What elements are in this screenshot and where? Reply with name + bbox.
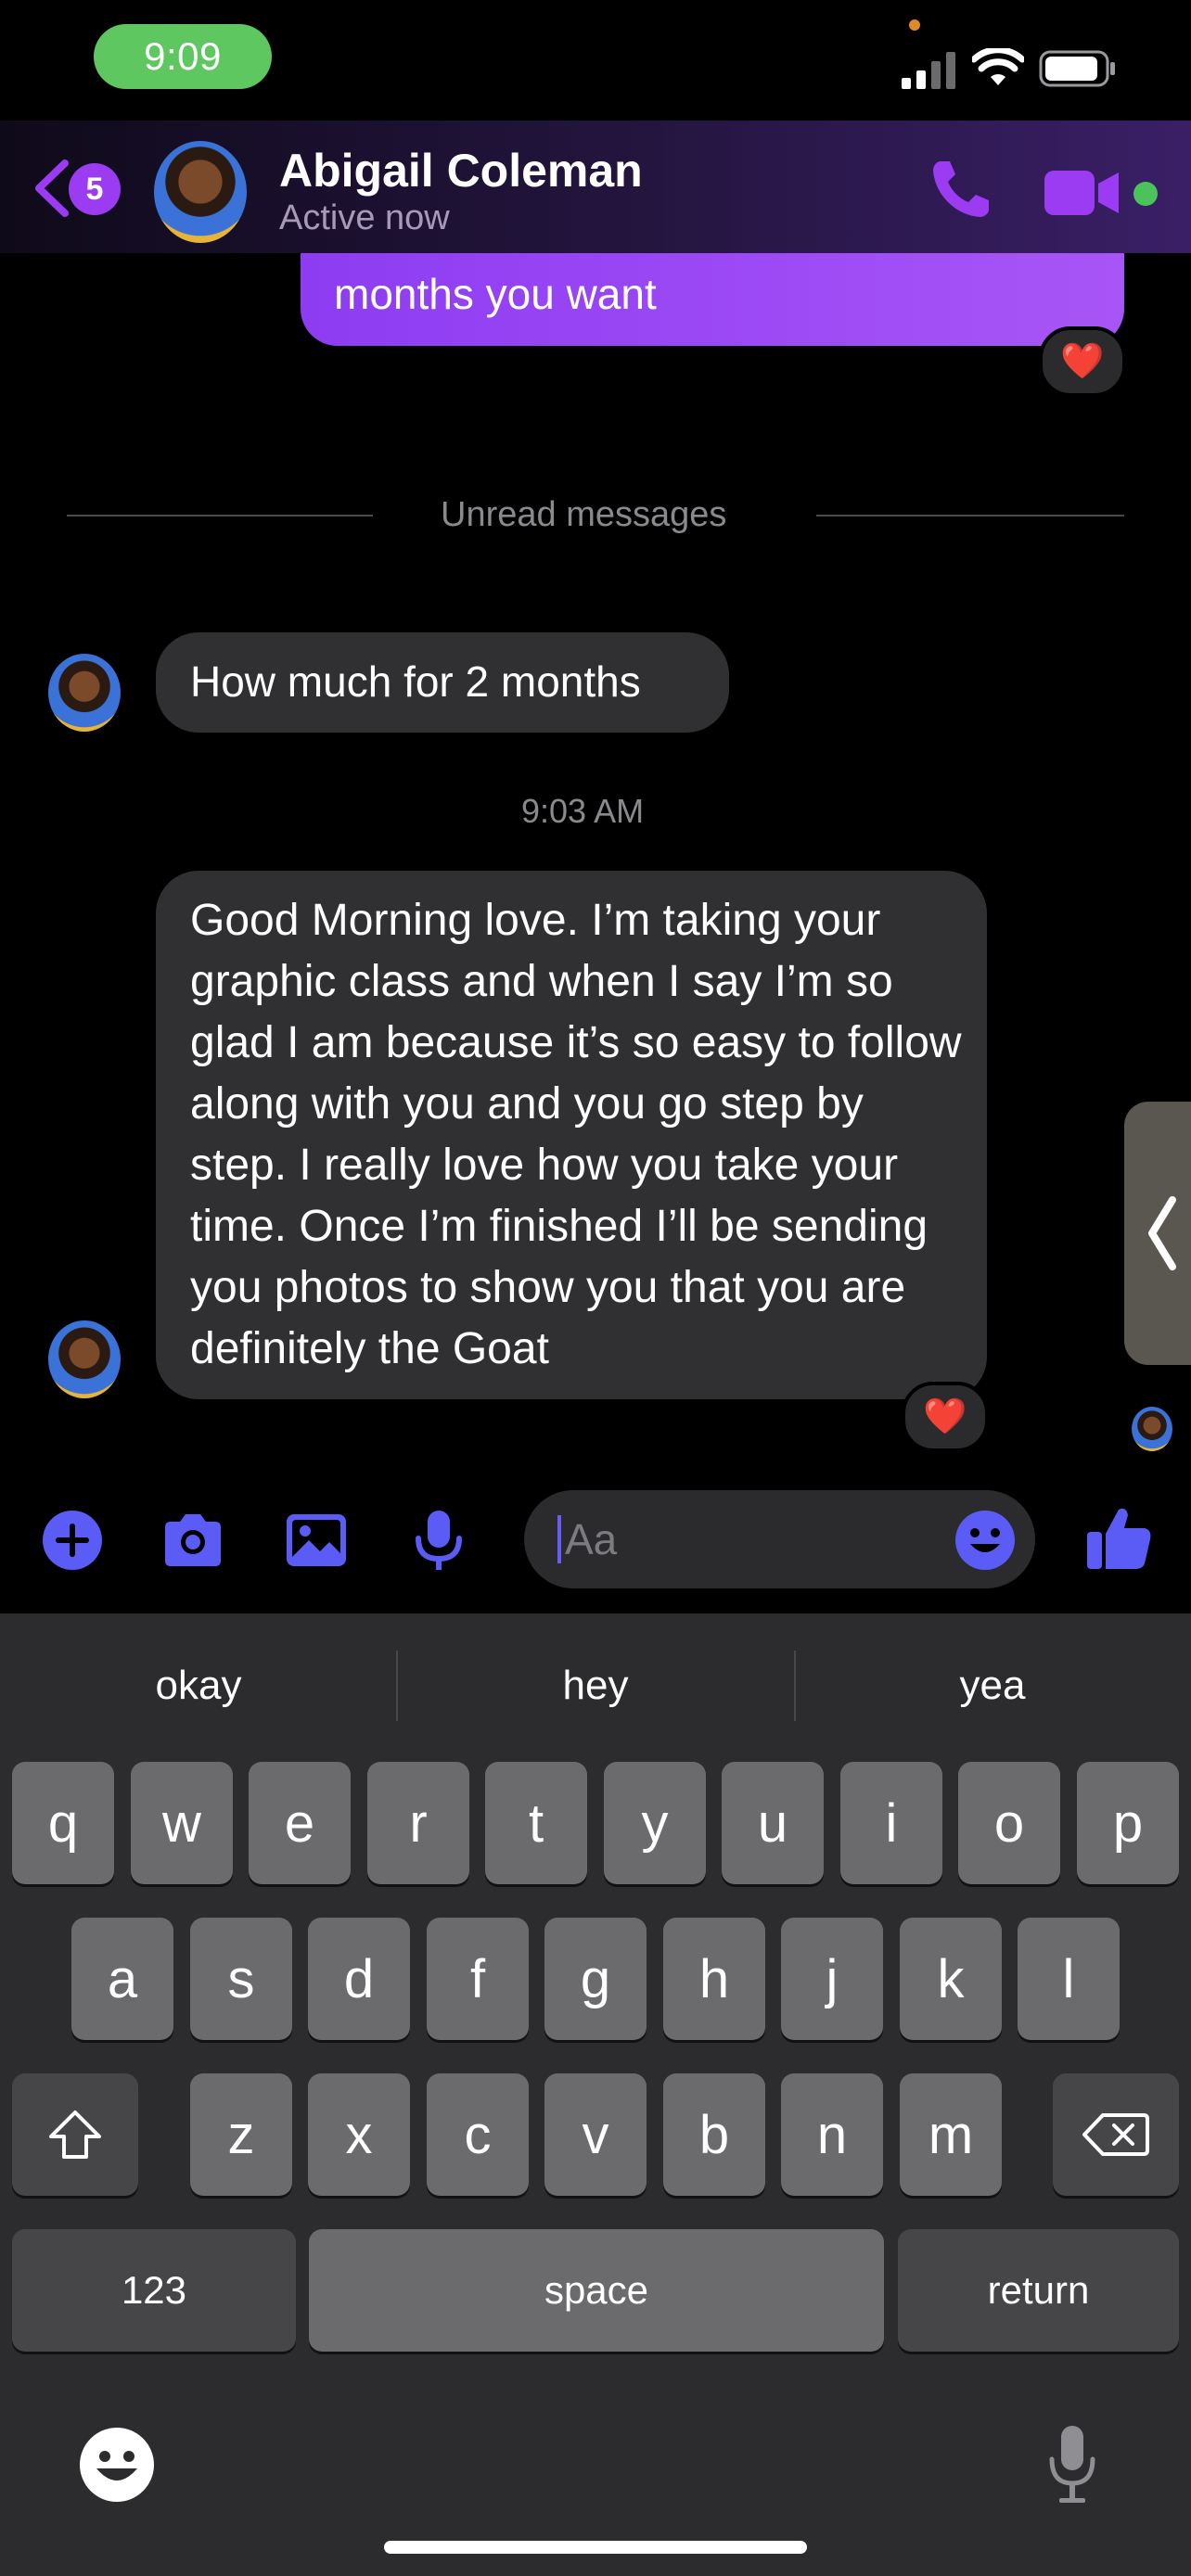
key-h[interactable]: h xyxy=(663,1918,765,2040)
incoming-message-text: Good Morning love. I’m taking your graph… xyxy=(190,896,962,1373)
key-s[interactable]: s xyxy=(190,1918,292,2040)
phone-call-icon[interactable] xyxy=(928,156,994,223)
camera-icon[interactable] xyxy=(160,1507,226,1574)
wifi-icon xyxy=(972,48,1024,85)
return-key[interactable]: return xyxy=(898,2229,1179,2352)
key-r[interactable]: r xyxy=(367,1762,469,1884)
outgoing-message-text: months you want xyxy=(334,270,657,318)
photo-gallery-icon[interactable] xyxy=(283,1507,350,1574)
chevron-left-icon xyxy=(1148,1196,1176,1270)
emoji-keyboard-icon[interactable] xyxy=(78,2426,156,2504)
key-k[interactable]: k xyxy=(900,1918,1002,2040)
unread-messages-divider: Unread messages xyxy=(441,495,727,534)
key-e[interactable]: e xyxy=(249,1762,351,1884)
key-i[interactable]: i xyxy=(840,1762,942,1884)
backspace-icon xyxy=(1082,2113,1149,2156)
divider-line-right xyxy=(816,515,1124,516)
contact-avatar[interactable] xyxy=(154,141,247,243)
key-w[interactable]: w xyxy=(131,1762,233,1884)
thumbs-up-icon[interactable] xyxy=(1083,1502,1154,1573)
key-n[interactable]: n xyxy=(781,2073,883,2196)
key-b[interactable]: b xyxy=(663,2073,765,2196)
suggestion-hey[interactable]: hey xyxy=(397,1613,794,1757)
online-status-dot xyxy=(1133,182,1158,206)
status-time: 9:09 xyxy=(94,24,272,89)
key-m[interactable]: m xyxy=(900,2073,1002,2196)
sender-avatar[interactable] xyxy=(48,1320,121,1398)
shift-key[interactable] xyxy=(12,2073,138,2196)
key-x[interactable]: x xyxy=(308,2073,410,2196)
back-chevron-icon[interactable] xyxy=(28,156,74,221)
contact-name[interactable]: Abigail Coleman xyxy=(279,144,643,198)
heart-icon: ❤️ xyxy=(1060,342,1105,381)
key-t[interactable]: t xyxy=(485,1762,587,1884)
key-c[interactable]: c xyxy=(427,2073,529,2196)
microphone-icon[interactable] xyxy=(405,1507,472,1574)
key-u[interactable]: u xyxy=(722,1762,824,1884)
numbers-key[interactable]: 123 xyxy=(12,2229,296,2352)
suggestion-yea[interactable]: yea xyxy=(794,1613,1191,1757)
sender-avatar[interactable] xyxy=(48,654,121,732)
delete-key[interactable] xyxy=(1053,2073,1179,2196)
heart-reaction-incoming[interactable]: ❤️ xyxy=(902,1382,989,1452)
contact-status: Active now xyxy=(279,198,450,237)
heart-reaction-outgoing[interactable]: ❤️ xyxy=(1039,326,1126,397)
key-j[interactable]: j xyxy=(781,1918,883,2040)
key-d[interactable]: d xyxy=(308,1918,410,2040)
plus-icon[interactable] xyxy=(39,1507,106,1574)
battery-icon xyxy=(1039,50,1115,87)
side-panel-handle[interactable] xyxy=(1124,1102,1191,1365)
key-o[interactable]: o xyxy=(958,1762,1060,1884)
key-v[interactable]: v xyxy=(544,2073,647,2196)
key-g[interactable]: g xyxy=(544,1918,647,2040)
divider-line-left xyxy=(67,515,373,516)
cellular-signal-icon xyxy=(902,52,955,89)
key-z[interactable]: z xyxy=(190,2073,292,2196)
video-call-icon[interactable] xyxy=(1044,167,1122,219)
space-key[interactable]: space xyxy=(309,2229,884,2352)
heart-icon: ❤️ xyxy=(923,1397,967,1436)
suggestion-okay[interactable]: okay xyxy=(0,1613,397,1757)
shift-icon xyxy=(49,2111,101,2159)
key-y[interactable]: y xyxy=(604,1762,706,1884)
message-timestamp: 9:03 AM xyxy=(521,792,645,830)
mic-in-use-indicator xyxy=(909,19,920,31)
key-p[interactable]: p xyxy=(1077,1762,1179,1884)
home-indicator[interactable] xyxy=(384,2541,807,2554)
key-l[interactable]: l xyxy=(1018,1918,1120,2040)
key-f[interactable]: f xyxy=(427,1918,529,2040)
incoming-message-text: How much for 2 months xyxy=(190,657,641,706)
dictation-icon[interactable] xyxy=(1044,2422,1100,2506)
key-q[interactable]: q xyxy=(12,1762,114,1884)
read-receipt-avatar xyxy=(1132,1407,1172,1451)
unread-count-badge[interactable]: 5 xyxy=(69,163,121,215)
emoji-icon[interactable] xyxy=(954,1509,1017,1572)
text-caret xyxy=(557,1515,561,1563)
message-input-placeholder: Aa xyxy=(565,1515,618,1563)
key-a[interactable]: a xyxy=(71,1918,173,2040)
